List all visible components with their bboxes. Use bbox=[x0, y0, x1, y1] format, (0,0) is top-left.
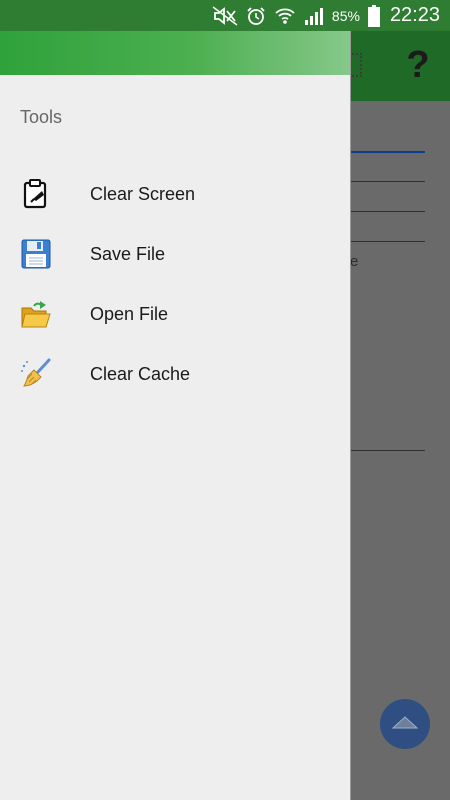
drawer-header bbox=[0, 31, 350, 75]
background-divider bbox=[350, 181, 425, 182]
navigation-drawer: Tools Clear Screen Save File Open File C… bbox=[0, 31, 351, 800]
clock: 22:23 bbox=[389, 4, 440, 26]
wifi-icon bbox=[274, 5, 296, 27]
drawer-item-clear-cache[interactable]: Clear Cache bbox=[0, 344, 350, 404]
drawer-section-title: Tools bbox=[20, 107, 63, 127]
drawer-item-label: Save File bbox=[90, 243, 166, 264]
signal-icon bbox=[304, 5, 324, 27]
drawer-item-clear-screen[interactable]: Clear Screen bbox=[0, 164, 350, 224]
open-folder-icon bbox=[20, 298, 52, 330]
background-divider bbox=[350, 450, 425, 451]
background-divider bbox=[350, 241, 425, 242]
background-text-fragment: e bbox=[350, 253, 359, 270]
background-divider bbox=[350, 211, 425, 212]
chevron-up-icon bbox=[391, 714, 419, 735]
battery-icon bbox=[367, 4, 380, 27]
drawer-item-label: Clear Cache bbox=[90, 363, 191, 384]
background-divider bbox=[350, 151, 425, 153]
help-icon[interactable]: ? bbox=[398, 43, 438, 87]
floppy-disk-icon bbox=[20, 238, 52, 270]
battery-percent: 85% bbox=[331, 7, 360, 24]
drawer-item-open-file[interactable]: Open File bbox=[0, 284, 350, 344]
status-bar: 85% 22:23 bbox=[0, 0, 450, 31]
clipboard-icon bbox=[20, 178, 52, 210]
mute-icon bbox=[212, 5, 238, 27]
scroll-up-button[interactable] bbox=[380, 699, 430, 749]
drawer-item-label: Open File bbox=[90, 303, 169, 324]
broom-icon bbox=[20, 358, 52, 390]
alarm-icon bbox=[246, 5, 266, 27]
drawer-item-label: Clear Screen bbox=[90, 183, 196, 204]
drawer-item-save-file[interactable]: Save File bbox=[0, 224, 350, 284]
